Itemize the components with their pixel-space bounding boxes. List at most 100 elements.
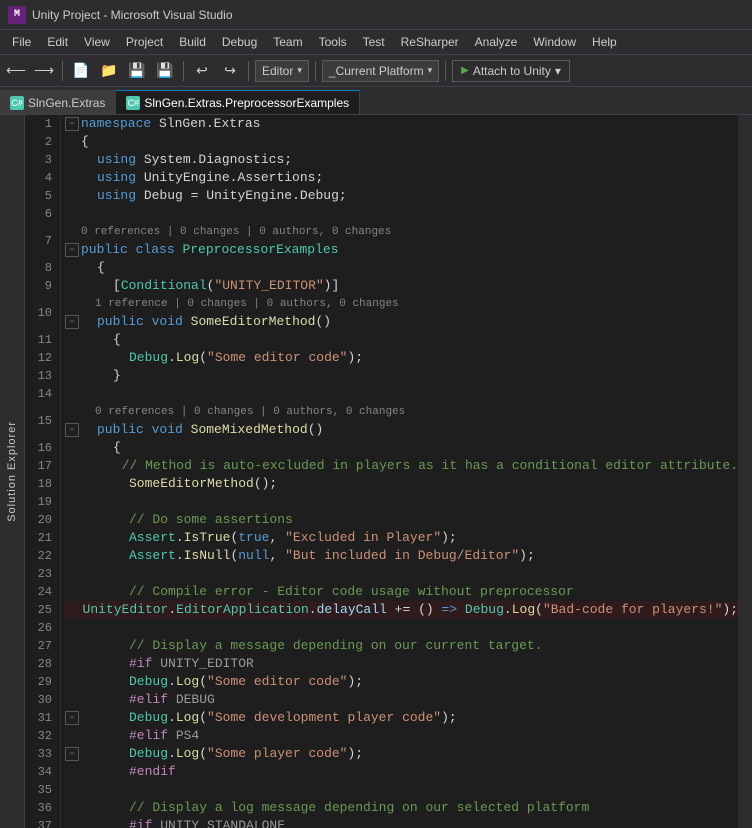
code-line-29: Debug.Log("Some editor code");: [65, 673, 738, 691]
code-line-1: − namespace SlnGen.Extras: [65, 115, 738, 133]
collapse-7[interactable]: −: [65, 243, 79, 257]
collapse-31[interactable]: −: [65, 711, 79, 725]
code-line-30: #elif DEBUG: [65, 691, 738, 709]
code-line-18: SomeEditorMethod();: [65, 475, 738, 493]
code-line-14: [65, 385, 738, 403]
solution-explorer-sidebar[interactable]: Solution Explorer: [0, 115, 25, 828]
menu-edit[interactable]: Edit: [39, 32, 76, 52]
code-line-19: [65, 493, 738, 511]
toolbar-open-btn[interactable]: 📁: [97, 59, 121, 83]
attach-dropdown-arrow: ▾: [555, 64, 561, 78]
tab-icon-1: C#: [10, 96, 24, 110]
menu-analyze[interactable]: Analyze: [467, 32, 526, 52]
tab-icon-2: C#: [126, 96, 140, 110]
ln-28: 28: [29, 655, 52, 673]
toolbar-sep-5: [445, 61, 446, 81]
ln-4: 4: [29, 169, 52, 187]
platform-dropdown-arrow: ▾: [428, 65, 433, 76]
code-line-10: 1 reference | 0 changes | 0 authors, 0 c…: [65, 295, 738, 331]
ln-11: 11: [29, 331, 52, 349]
ln-33: 33: [29, 745, 52, 763]
code-line-21: Assert.IsTrue(true, "Excluded in Player"…: [65, 529, 738, 547]
menu-resharper[interactable]: ReSharper: [393, 32, 467, 52]
code-line-37: #if UNITY_STANDALONE: [65, 817, 738, 828]
collapse-33[interactable]: −: [65, 747, 79, 761]
code-editor[interactable]: − namespace SlnGen.Extras { using System…: [61, 115, 738, 828]
menu-team[interactable]: Team: [265, 32, 310, 52]
toolbar-back-btn[interactable]: ⟵: [4, 59, 28, 83]
ln-22: 22: [29, 547, 52, 565]
menu-tools[interactable]: Tools: [311, 32, 355, 52]
ln-15: 15: [29, 403, 52, 439]
code-line-8: {: [65, 259, 738, 277]
code-line-36: // Display a log message depending on ou…: [65, 799, 738, 817]
collapse-10[interactable]: −: [65, 315, 79, 329]
ln-21: 21: [29, 529, 52, 547]
ln-29: 29: [29, 673, 52, 691]
play-icon: ▶: [461, 65, 469, 76]
ln-32: 32: [29, 727, 52, 745]
code-line-22: Assert.IsNull(null, "But included in Deb…: [65, 547, 738, 565]
ln-17: 17: [29, 457, 52, 475]
toolbar-save-all-btn[interactable]: 💾: [153, 59, 177, 83]
code-line-17: // Method is auto-excluded in players as…: [65, 457, 738, 475]
toolbar-redo-btn[interactable]: ↪: [218, 59, 242, 83]
ln-2: 2: [29, 133, 52, 151]
toolbar-forward-btn[interactable]: ⟶: [32, 59, 56, 83]
menu-debug[interactable]: Debug: [214, 32, 265, 52]
menu-file[interactable]: File: [4, 32, 39, 52]
ln-13: 13: [29, 367, 52, 385]
meta-10: 1 reference | 0 changes | 0 authors, 0 c…: [65, 295, 399, 313]
platform-dropdown[interactable]: _Current Platform ▾: [322, 60, 439, 82]
menu-test[interactable]: Test: [355, 32, 393, 52]
scrollbar-right[interactable]: [738, 115, 752, 828]
meta-7: 0 references | 0 changes | 0 authors, 0 …: [65, 223, 391, 241]
ln-1: 1: [29, 115, 52, 133]
editor-dropdown-arrow: ▾: [297, 65, 302, 76]
title-bar: M Unity Project - Microsoft Visual Studi…: [0, 0, 752, 30]
editor-dropdown[interactable]: Editor ▾: [255, 60, 309, 82]
code-line-4: using UnityEngine.Assertions;: [65, 169, 738, 187]
ln-16: 16: [29, 439, 52, 457]
ln-6: 6: [29, 205, 52, 223]
ln-26: 26: [29, 619, 52, 637]
toolbar-undo-btn[interactable]: ↩: [190, 59, 214, 83]
ln-10: 10: [29, 295, 52, 331]
ln-20: 20: [29, 511, 52, 529]
code-line-23: [65, 565, 738, 583]
tab-label-1: SlnGen.Extras: [28, 96, 105, 110]
menu-view[interactable]: View: [76, 32, 118, 52]
collapse-1[interactable]: −: [65, 117, 79, 131]
toolbar-sep-4: [315, 61, 316, 81]
tab-slngen-extras[interactable]: C# SlnGen.Extras: [0, 90, 116, 114]
code-line-5: using Debug = UnityEngine.Debug;: [65, 187, 738, 205]
vs-icon: M: [8, 6, 26, 24]
tab-bar: C# SlnGen.Extras C# SlnGen.Extras.Prepro…: [0, 87, 752, 115]
code-line-34: #endif: [65, 763, 738, 781]
menu-window[interactable]: Window: [525, 32, 584, 52]
collapse-15[interactable]: −: [65, 423, 79, 437]
code-line-26: [65, 619, 738, 637]
tab-label-2: SlnGen.Extras.PreprocessorExamples: [144, 96, 349, 110]
toolbar-sep-2: [183, 61, 184, 81]
ln-3: 3: [29, 151, 52, 169]
ln-23: 23: [29, 565, 52, 583]
toolbar-sep-3: [248, 61, 249, 81]
code-line-35: [65, 781, 738, 799]
tab-preprocessor-examples[interactable]: C# SlnGen.Extras.PreprocessorExamples: [116, 90, 360, 114]
ln-9: 9: [29, 277, 52, 295]
code-line-15: 0 references | 0 changes | 0 authors, 0 …: [65, 403, 738, 439]
menu-build[interactable]: Build: [171, 32, 214, 52]
ln-7: 7: [29, 223, 52, 259]
code-line-11: {: [65, 331, 738, 349]
attach-to-unity-btn[interactable]: ▶ Attach to Unity ▾: [452, 60, 570, 82]
ln-37: 37: [29, 817, 52, 828]
code-line-3: using System.Diagnostics;: [65, 151, 738, 169]
menu-help[interactable]: Help: [584, 32, 625, 52]
menu-project[interactable]: Project: [118, 32, 171, 52]
ln-5: 5: [29, 187, 52, 205]
ln-25: 25: [29, 601, 52, 619]
toolbar-new-btn[interactable]: 📄: [69, 59, 93, 83]
code-line-24: // Compile error - Editor code usage wit…: [65, 583, 738, 601]
toolbar-save-btn[interactable]: 💾: [125, 59, 149, 83]
